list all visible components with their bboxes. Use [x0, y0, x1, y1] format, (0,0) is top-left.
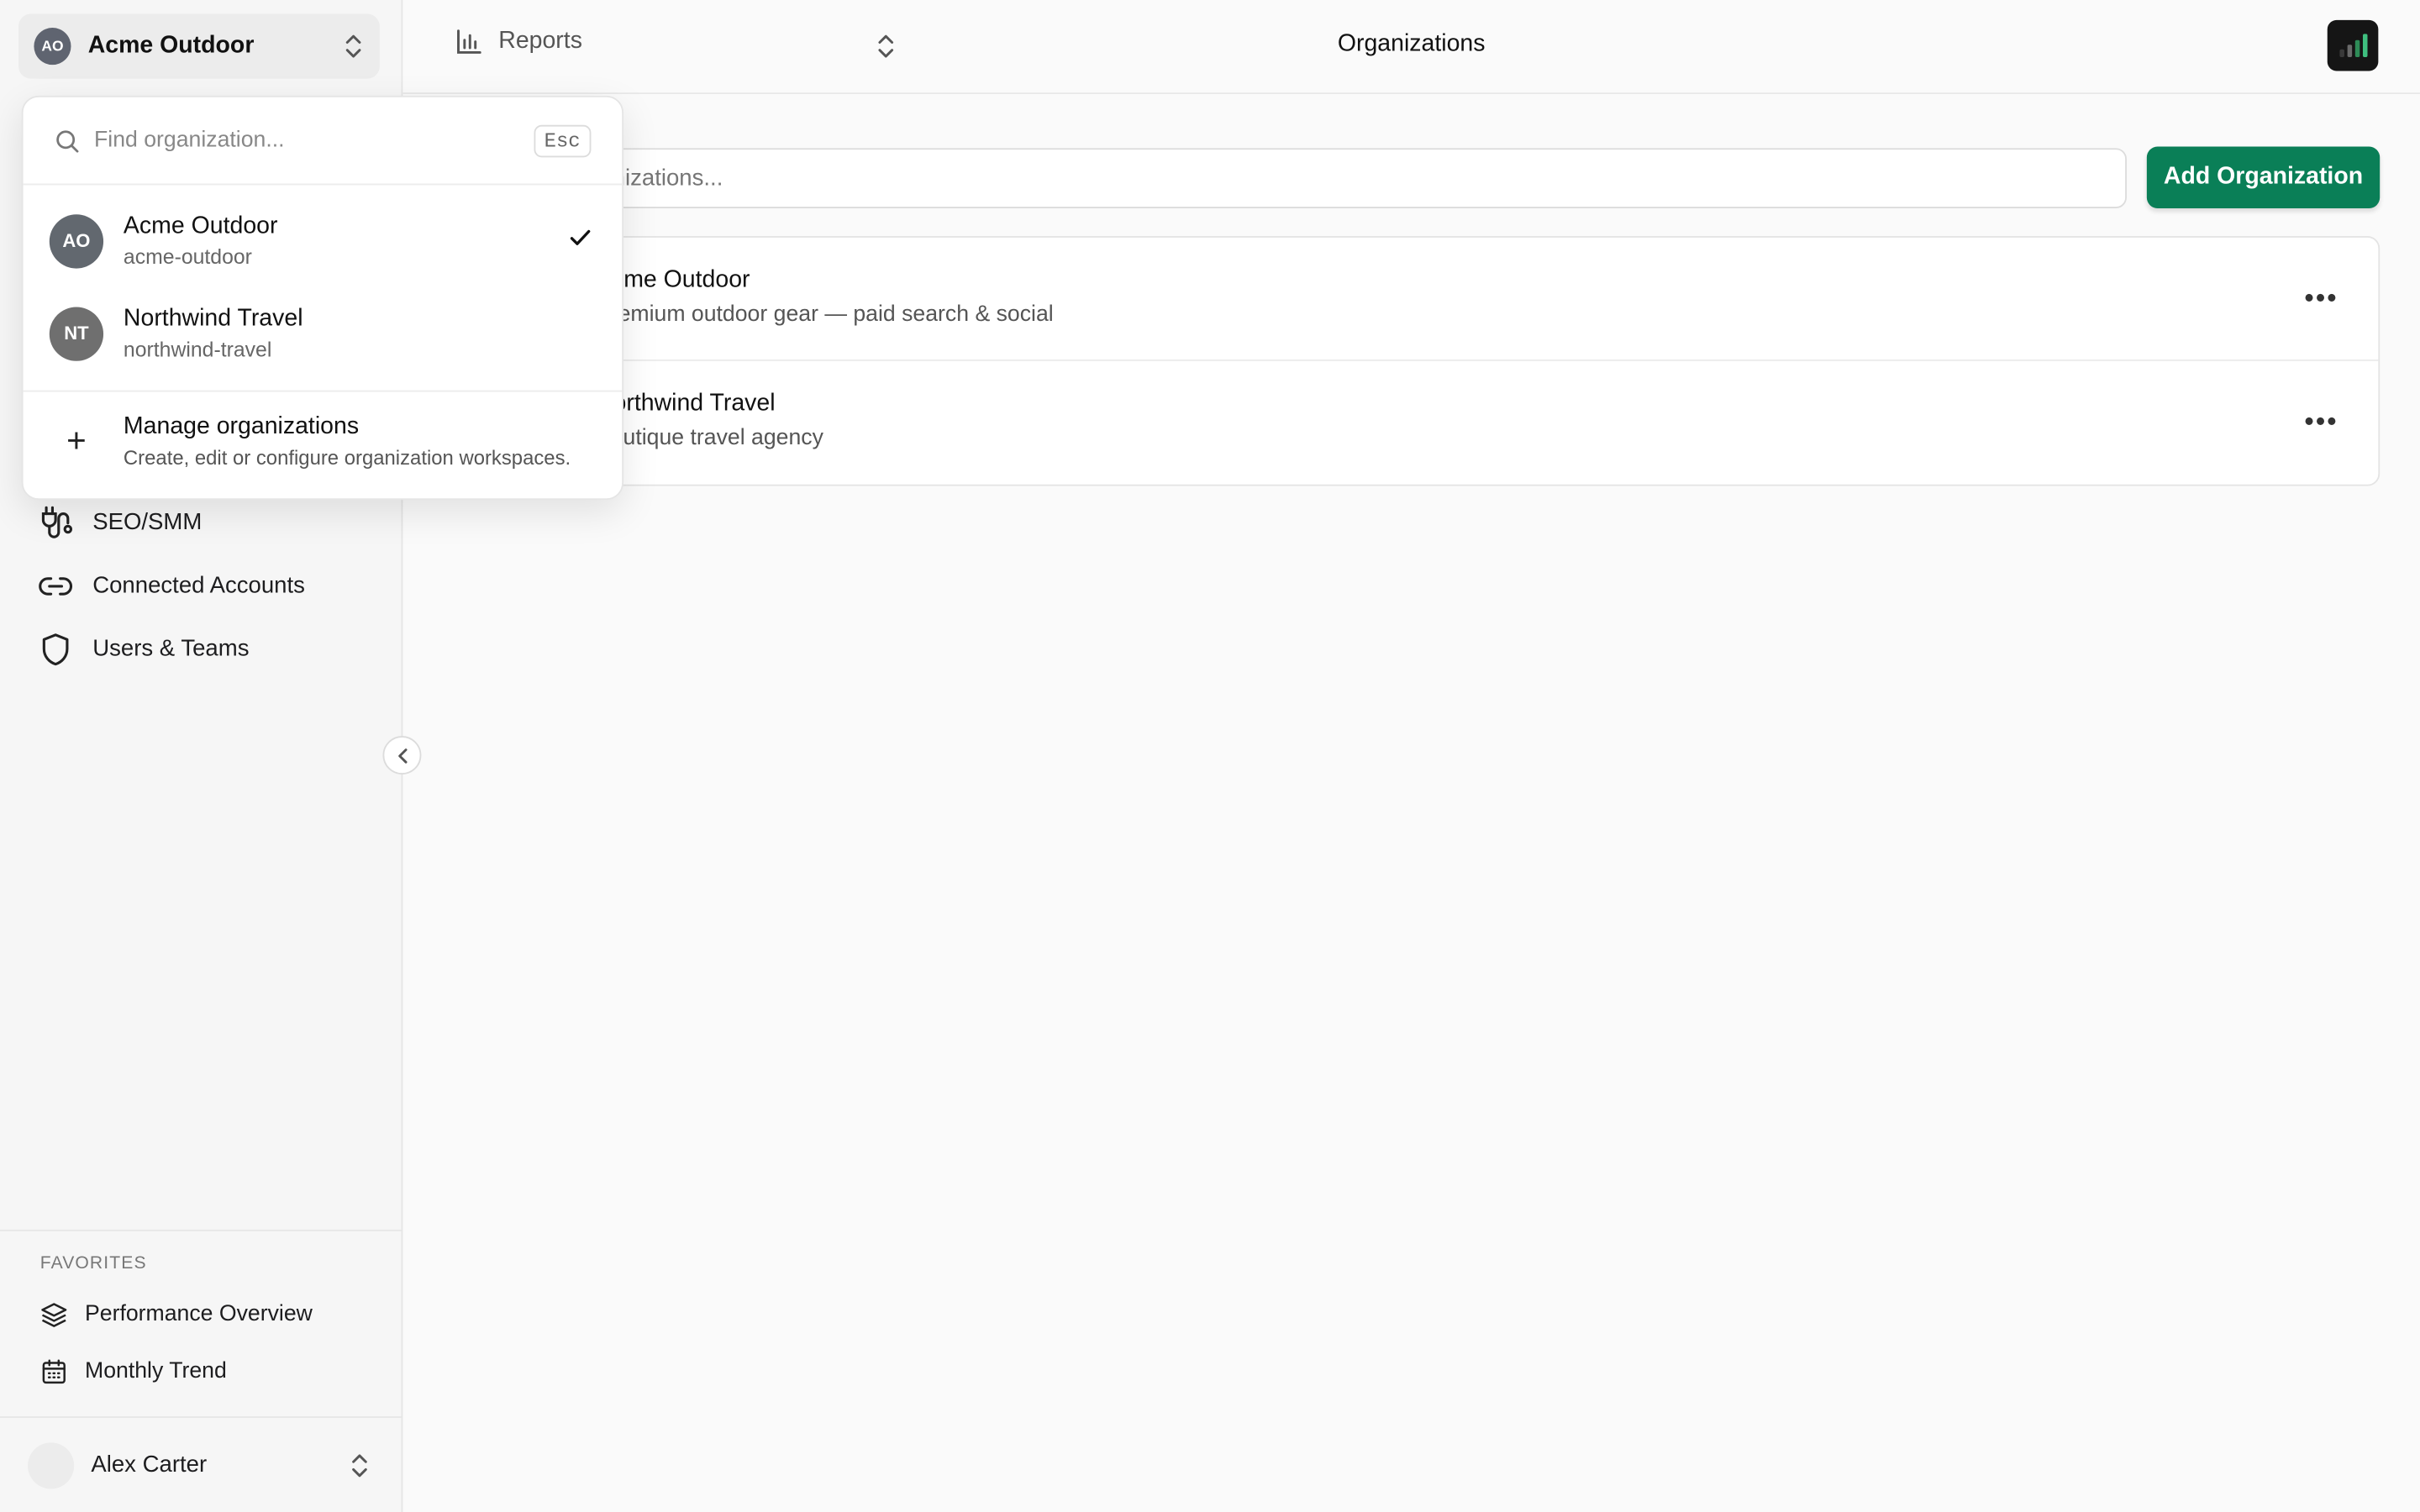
logo-bar	[2338, 49, 2344, 57]
page-title: Organizations	[1337, 30, 1486, 57]
organization-description: Premium outdoor gear — paid search & soc…	[595, 302, 1054, 328]
sidebar-item-seo-smm[interactable]: SEO/SMM	[24, 491, 379, 554]
org-option-northwind-travel[interactable]: NT Northwind Travel northwind-travel	[24, 287, 623, 380]
sidebar-item-connected-accounts[interactable]: Connected Accounts	[24, 554, 379, 617]
add-organization-button[interactable]: Add Organization	[2146, 146, 2381, 208]
more-options-icon[interactable]: •••	[2298, 278, 2344, 318]
org-option-slug: acme-outdoor	[123, 245, 252, 269]
organization-list: Acme Outdoor Premium outdoor gear — paid…	[463, 236, 2381, 486]
favorite-label: Performance Overview	[85, 1301, 313, 1326]
collapse-sidebar-button[interactable]	[382, 736, 422, 775]
manage-organizations-item[interactable]: + Manage organizations Create, edit or c…	[24, 392, 623, 470]
organization-search-input[interactable]	[486, 165, 2126, 192]
sidebar-item-users-teams[interactable]: Users & Teams	[24, 617, 379, 680]
org-avatar: AO	[49, 213, 104, 268]
avatar	[28, 1441, 75, 1488]
logo-bar	[2354, 39, 2360, 57]
sidebar-item-label: SEO/SMM	[92, 509, 203, 536]
org-switcher[interactable]: AO Acme Outdoor	[18, 13, 380, 79]
favorite-performance-overview[interactable]: Performance Overview	[0, 1285, 402, 1342]
sidebar-item-label: Connected Accounts	[92, 572, 305, 599]
calendar-icon	[42, 1358, 66, 1383]
find-organization-placeholder: Find organization...	[94, 128, 285, 153]
current-org-name: Acme Outdoor	[87, 32, 255, 59]
organization-description: Boutique travel agency	[595, 425, 823, 451]
manage-organizations-subtitle: Create, edit or configure organization w…	[123, 445, 571, 470]
topbar: Reports Organizations	[402, 0, 2420, 95]
logo-bar	[2362, 34, 2367, 57]
plus-icon: +	[66, 421, 87, 460]
organization-row[interactable]: Northwind Travel Boutique travel agency …	[465, 361, 2379, 485]
org-options: AO Acme Outdoor acme-outdoor NT Northwin…	[23, 185, 623, 392]
plug-icon	[41, 505, 73, 538]
organization-row[interactable]: Acme Outdoor Premium outdoor gear — paid…	[464, 238, 2379, 361]
more-options-icon[interactable]: •••	[2298, 402, 2344, 442]
chevron-updown-icon	[345, 34, 361, 58]
shield-icon	[42, 633, 69, 665]
favorites-heading: FAVORITES	[39, 1254, 147, 1273]
brand-logo[interactable]	[2327, 19, 2379, 71]
org-option-slug: northwind-travel	[123, 338, 272, 361]
find-organization-field[interactable]: Find organization... Esc	[23, 97, 623, 186]
link-icon	[39, 576, 73, 595]
user-menu[interactable]: Alex Carter	[0, 1416, 402, 1512]
chevron-left-icon	[397, 748, 407, 763]
user-name: Alex Carter	[91, 1452, 208, 1478]
search-icon	[56, 129, 79, 152]
sidebar-nav: SEO/SMM Connected Accounts Users & Teams	[24, 491, 379, 680]
org-option-name: Acme Outdoor	[123, 213, 278, 239]
org-option-name: Northwind Travel	[123, 305, 303, 332]
favorite-label: Monthly Trend	[85, 1358, 227, 1383]
esc-key-hint: Esc	[533, 123, 592, 157]
logo-bar	[2346, 45, 2352, 57]
sidebar-item-label: Users & Teams	[92, 635, 250, 662]
layers-icon	[41, 1302, 67, 1326]
chevron-updown-icon	[352, 1453, 367, 1477]
org-avatar: AO	[34, 28, 71, 66]
org-option-acme-outdoor[interactable]: AO Acme Outdoor acme-outdoor	[24, 194, 623, 286]
app-root: AO Acme Outdoor SEO/SMM Connected Accoun…	[0, 0, 2420, 1512]
organization-search[interactable]	[463, 148, 2127, 208]
favorite-monthly-trend[interactable]: Monthly Trend	[0, 1342, 402, 1399]
org-avatar: NT	[49, 306, 104, 360]
org-switcher-dropdown: Find organization... Esc AO Acme Outdoor…	[21, 95, 624, 501]
manage-organizations-title: Manage organizations	[123, 413, 360, 440]
check-icon	[570, 229, 591, 245]
favorites-section: FAVORITES Performance Overview Monthly T…	[0, 1229, 402, 1399]
